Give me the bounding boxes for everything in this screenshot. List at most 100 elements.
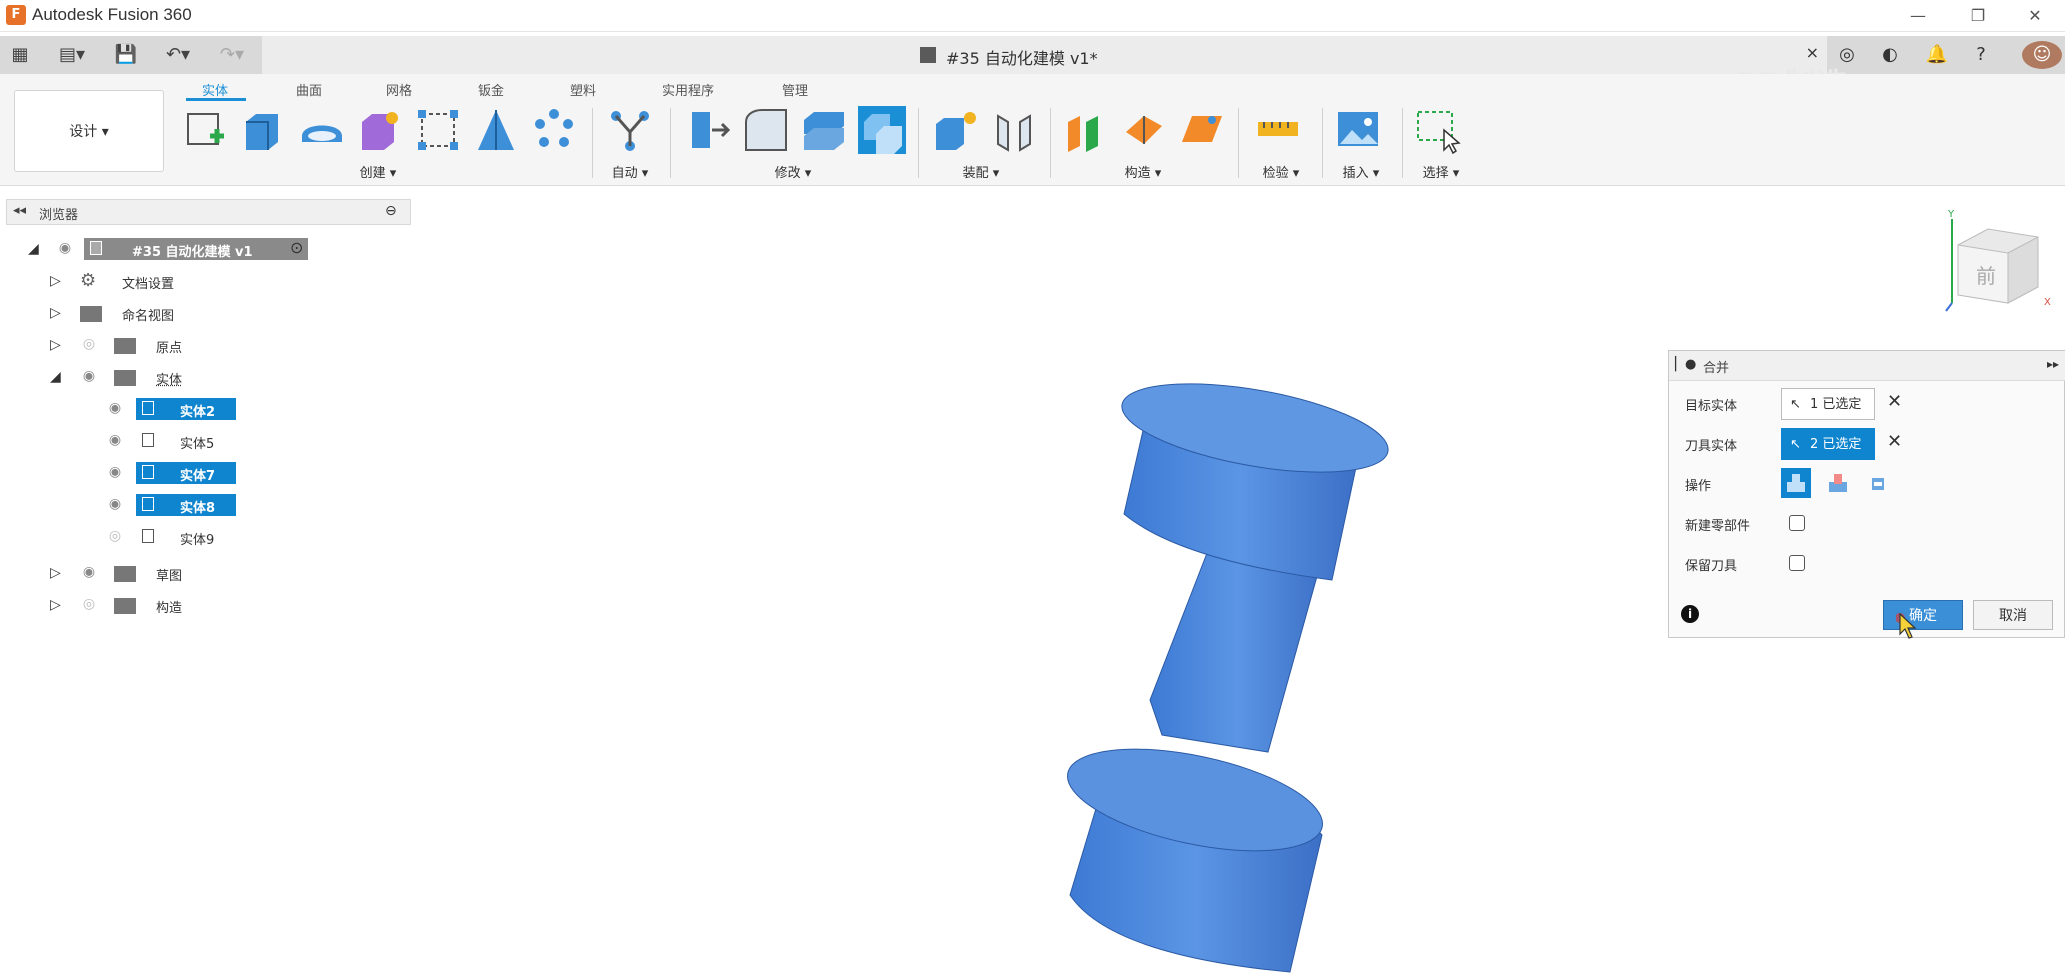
document-cube-icon [920, 47, 936, 63]
tree-item[interactable]: ◢ ◉ 实体 [50, 364, 300, 390]
minimize-browser-icon[interactable]: ⊖ [385, 203, 397, 219]
user-avatar[interactable]: ☺ [2022, 41, 2062, 69]
tree-root[interactable]: ◢ ◉ #35 自动化建模 v1 ⊙ [24, 236, 324, 262]
tab-utilities[interactable]: 实用程序 [662, 80, 714, 99]
workspace-switcher[interactable]: 设计 ▾ [14, 90, 164, 172]
expand-arrow-icon[interactable]: ▷ [50, 565, 64, 579]
tree-item[interactable]: ▷ ⚙ 文档设置 [50, 268, 300, 294]
assemble-group-label[interactable]: 装配 ▾ [956, 162, 1006, 181]
tree-item[interactable]: ▷ 命名视图 [50, 300, 300, 326]
tab-surface[interactable]: 曲面 [296, 80, 322, 99]
select-icon[interactable] [1414, 106, 1462, 154]
viewcube[interactable]: 前 Y X [1940, 205, 2062, 325]
create-group-label[interactable]: 创建 ▾ [356, 162, 400, 181]
modify-group-label[interactable]: 修改 ▾ [768, 162, 818, 181]
browser-header[interactable]: ◂◂ 浏览器 ⊖ [6, 199, 411, 225]
body-item[interactable]: ◉ 实体5 [100, 428, 300, 454]
help-icon[interactable]: ? [1966, 41, 1996, 69]
joint-icon[interactable] [990, 106, 1038, 154]
cancel-button[interactable]: 取消 [1973, 600, 2053, 630]
collapse-arrow-icon[interactable]: ◢ [28, 241, 42, 255]
body-item[interactable]: ◉ 实体7 [100, 460, 300, 486]
pattern-circular-icon[interactable] [530, 106, 578, 154]
operation-join-button[interactable] [1781, 468, 1811, 498]
tool-body-selector[interactable]: ↖ 2 已选定 [1781, 428, 1875, 460]
dialog-header[interactable]: ▏● 合并 ▸▸ [1669, 351, 2065, 381]
close-window-button[interactable]: ✕ [2012, 2, 2058, 30]
tab-manage[interactable]: 管理 [782, 80, 808, 99]
collapse-dialog-icon[interactable]: ▏● [1675, 357, 1696, 372]
ok-button[interactable]: 确定 [1883, 600, 1963, 630]
visibility-eye-icon[interactable]: ◉ [78, 564, 100, 580]
pyramid-icon[interactable] [472, 106, 520, 154]
visibility-eye-icon[interactable]: ◉ [104, 400, 126, 416]
operation-intersect-button[interactable] [1863, 468, 1893, 498]
shell-icon[interactable] [800, 106, 848, 154]
insert-image-icon[interactable] [1334, 106, 1382, 154]
visibility-hidden-icon[interactable]: ◎ [78, 596, 100, 612]
minimize-button[interactable]: — [1895, 2, 1941, 30]
file-menu-icon[interactable]: ▤▾ [50, 41, 94, 69]
offset-plane-icon[interactable] [1062, 106, 1110, 154]
undo-icon[interactable]: ↶▾ [156, 41, 200, 69]
tab-plastic[interactable]: 塑料 [570, 80, 596, 99]
body-item[interactable]: ◉ 实体2 [100, 396, 300, 422]
extensions-icon[interactable]: ◐ [1875, 41, 1905, 69]
tab-mesh[interactable]: 网格 [386, 80, 412, 99]
restore-button[interactable]: ❐ [1955, 2, 2001, 30]
notifications-icon[interactable]: 🔔 [1922, 41, 1952, 69]
expand-arrow-icon[interactable]: ▷ [50, 305, 64, 319]
form-icon[interactable] [356, 106, 404, 154]
revolve-icon[interactable] [298, 106, 346, 154]
visibility-eye-icon[interactable]: ◉ [104, 464, 126, 480]
visibility-eye-icon[interactable]: ◉ [78, 368, 100, 384]
visibility-hidden-icon[interactable]: ◎ [104, 528, 126, 544]
clear-tool-button[interactable]: ✕ [1887, 431, 1902, 452]
visibility-eye-icon[interactable]: ◉ [54, 240, 76, 256]
automate-group-label[interactable]: 自动 ▾ [608, 162, 652, 181]
new-component-icon[interactable] [932, 106, 980, 154]
pattern-rect-icon[interactable] [414, 106, 462, 154]
info-icon[interactable]: i [1681, 605, 1699, 623]
dumbbell-3d-model[interactable] [1020, 380, 1440, 980]
select-group-label[interactable]: 选择 ▾ [1416, 162, 1466, 181]
insert-group-label[interactable]: 插入 ▾ [1336, 162, 1386, 181]
tree-item[interactable]: ▷ ◉ 草图 [50, 560, 300, 586]
tree-item[interactable]: ▷ ◎ 构造 [50, 592, 300, 618]
new-component-checkbox[interactable] [1789, 515, 1805, 531]
measure-icon[interactable] [1254, 106, 1302, 154]
fillet-icon[interactable] [742, 106, 790, 154]
expand-arrow-icon[interactable]: ▷ [50, 273, 64, 287]
activate-radio-icon[interactable]: ⊙ [290, 238, 303, 257]
body-item[interactable]: ◉ 实体8 [100, 492, 300, 518]
combine-icon[interactable] [858, 106, 906, 154]
plane-at-angle-icon[interactable] [1120, 106, 1168, 154]
tree-item[interactable]: ▷ ◎ 原点 [50, 332, 300, 358]
target-body-selector[interactable]: ↖ 1 已选定 [1781, 388, 1875, 420]
body-item[interactable]: ◎ 实体9 [100, 524, 300, 550]
plane-tangent-icon[interactable] [1178, 106, 1226, 154]
collapse-browser-icon[interactable]: ◂◂ [13, 203, 26, 218]
keep-tools-checkbox[interactable] [1789, 555, 1805, 571]
expand-arrow-icon[interactable]: ▷ [50, 597, 64, 611]
collapse-arrow-icon[interactable]: ◢ [50, 369, 64, 383]
extrude-icon[interactable] [240, 106, 288, 154]
document-tab[interactable]: #35 自动化建模 v1* × [262, 36, 1827, 74]
expand-arrow-icon[interactable]: ▷ [50, 337, 64, 351]
clear-target-button[interactable]: ✕ [1887, 391, 1902, 412]
visibility-eye-icon[interactable]: ◉ [104, 496, 126, 512]
visibility-hidden-icon[interactable]: ◎ [78, 336, 100, 352]
tab-solid[interactable]: 实体 [202, 80, 228, 99]
visibility-eye-icon[interactable]: ◉ [104, 432, 126, 448]
automate-icon[interactable] [606, 106, 654, 154]
expand-dialog-icon[interactable]: ▸▸ [2047, 357, 2059, 371]
press-pull-icon[interactable] [684, 106, 732, 154]
operation-cut-button[interactable] [1823, 468, 1853, 498]
inspect-group-label[interactable]: 检验 ▾ [1256, 162, 1306, 181]
save-icon[interactable]: 💾 [112, 41, 140, 69]
tab-sheet-metal[interactable]: 钣金 [478, 80, 504, 99]
apps-grid-icon[interactable]: ▦ [6, 41, 34, 69]
construct-group-label[interactable]: 构造 ▾ [1118, 162, 1168, 181]
redo-icon[interactable]: ↷▾ [210, 41, 254, 69]
create-sketch-icon[interactable] [182, 106, 230, 154]
